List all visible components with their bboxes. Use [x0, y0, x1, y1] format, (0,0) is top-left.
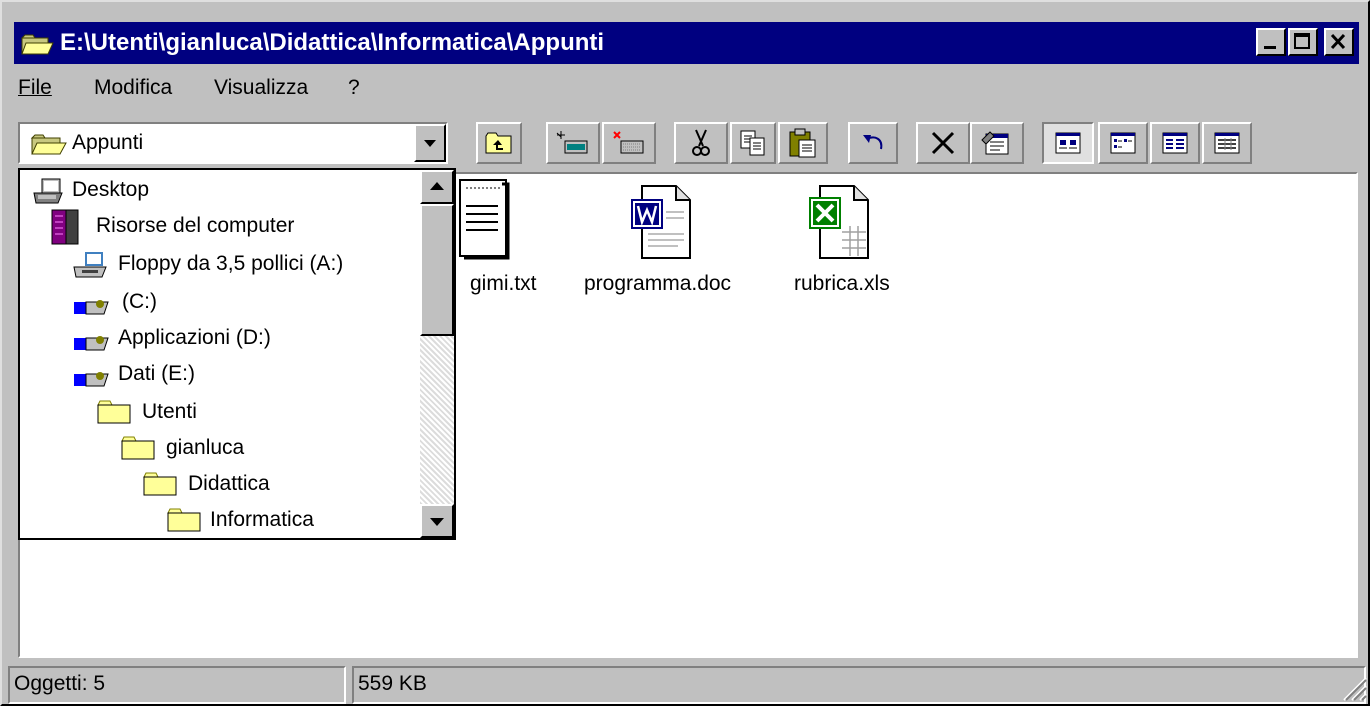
- large-icons-view-icon: [1055, 132, 1081, 154]
- menu-modifica[interactable]: Modifica: [94, 74, 172, 102]
- map-drive-icon: [556, 131, 588, 154]
- menu-visualizza[interactable]: Visualizza: [214, 74, 308, 102]
- maximize-icon: [1294, 33, 1310, 49]
- folder-icon: [143, 472, 177, 496]
- details-view-icon: [1214, 132, 1240, 154]
- tree-item-label: Risorse del computer: [96, 214, 295, 237]
- status-bar: Oggetti: 5 559 KB: [2, 664, 1370, 706]
- tree-item-label: Dati (E:): [118, 362, 196, 385]
- scissors-icon: [692, 129, 710, 156]
- computer-icon: [51, 209, 79, 245]
- details-view-button[interactable]: [1202, 122, 1252, 164]
- folder-icon: [97, 400, 131, 424]
- address-combobox[interactable]: Appunti: [18, 122, 448, 164]
- minimize-icon: [1264, 46, 1276, 49]
- file-item[interactable]: gimi.txt: [440, 176, 560, 306]
- scroll-thumb[interactable]: [420, 204, 454, 336]
- menu-modifica-label: Modifica: [94, 76, 173, 99]
- chevron-down-icon: [424, 140, 436, 147]
- title-bar[interactable]: E:\Utenti\gianluca\Didattica\Informatica…: [14, 22, 1359, 64]
- dropdown-scrollbar[interactable]: [420, 170, 454, 538]
- window-title: E:\Utenti\gianluca\Didattica\Informatica…: [60, 29, 605, 56]
- delete-x-icon: [931, 131, 955, 155]
- hard-drive-icon: [74, 372, 109, 387]
- address-dropdown-button[interactable]: [414, 124, 446, 162]
- maximize-button[interactable]: [1288, 28, 1318, 56]
- file-item[interactable]: rubrica.xls: [780, 176, 920, 306]
- paste-button[interactable]: [778, 122, 828, 164]
- address-value: Appunti: [72, 131, 144, 154]
- excel-spreadsheet-icon: [809, 185, 869, 259]
- up-folder-button[interactable]: [476, 122, 522, 164]
- undo-button[interactable]: [848, 122, 898, 164]
- list-view-icon: [1162, 132, 1188, 154]
- tree-item-label: gianluca: [166, 436, 245, 459]
- small-icons-view-button[interactable]: [1098, 122, 1148, 164]
- menu-visualizza-label: Visualizza: [214, 76, 309, 99]
- folder-open-icon: [20, 34, 54, 55]
- folder-icon: [167, 508, 201, 532]
- file-item[interactable]: programma.doc: [580, 176, 760, 306]
- up-folder-icon: [485, 132, 512, 154]
- status-size: 559 KB: [352, 666, 1366, 704]
- status-objects: Oggetti: 5: [8, 666, 346, 704]
- menu-bar: File Modifica Visualizza ?: [14, 72, 814, 106]
- tree-item-label: Desktop: [72, 178, 150, 201]
- menu-file-label: File: [18, 76, 52, 99]
- scroll-down-button[interactable]: [420, 504, 454, 538]
- properties-icon: [981, 131, 1009, 155]
- hard-drive-icon: [74, 300, 109, 315]
- explorer-window: E:\Utenti\gianluca\Didattica\Informatica…: [0, 0, 1370, 706]
- delete-button[interactable]: [916, 122, 970, 164]
- tree-item-label: Didattica: [188, 472, 270, 495]
- copy-icon: [740, 130, 765, 156]
- tree-item-label: Informatica: [210, 508, 314, 531]
- tree-item-label: Applicazioni (D:): [118, 326, 271, 349]
- close-icon: [1330, 33, 1346, 50]
- word-document-icon: [631, 185, 691, 259]
- large-icons-view-button[interactable]: [1042, 122, 1094, 164]
- small-icons-view-icon: [1110, 132, 1136, 154]
- list-view-button[interactable]: [1150, 122, 1200, 164]
- menu-file[interactable]: File: [18, 74, 52, 102]
- arrow-down-icon: [430, 518, 444, 526]
- toolbar: Appunti: [2, 110, 1370, 170]
- paste-icon: [789, 128, 816, 158]
- resize-grip-icon[interactable]: [1338, 672, 1368, 702]
- folder-open-icon: [30, 134, 67, 155]
- properties-button[interactable]: [970, 122, 1024, 164]
- arrow-up-icon: [430, 182, 444, 190]
- tree-item-label: (C:): [122, 290, 157, 313]
- disconnect-drive-button[interactable]: [602, 122, 656, 164]
- tree-item-label: Floppy da 3,5 pollici (A:): [118, 252, 344, 275]
- file-name: gimi.txt: [470, 272, 537, 295]
- cut-button[interactable]: [674, 122, 728, 164]
- disconnect-drive-icon: [613, 131, 644, 154]
- address-dropdown-list[interactable]: Desktop Risorse del computer Floppy da 3…: [18, 168, 456, 540]
- menu-help[interactable]: ?: [348, 74, 360, 102]
- folder-icon: [121, 436, 155, 460]
- file-name: rubrica.xls: [794, 272, 890, 295]
- copy-button[interactable]: [730, 122, 776, 164]
- undo-icon: [863, 135, 883, 150]
- map-drive-button[interactable]: [546, 122, 600, 164]
- menu-help-label: ?: [348, 76, 360, 99]
- desktop-icon: [33, 178, 63, 204]
- scroll-up-button[interactable]: [420, 170, 454, 204]
- minimize-button[interactable]: [1256, 28, 1286, 56]
- hard-drive-icon: [74, 336, 109, 351]
- tree-item-label: Utenti: [142, 400, 197, 423]
- close-button[interactable]: [1324, 28, 1354, 56]
- file-name: programma.doc: [584, 272, 732, 295]
- floppy-drive-icon: [73, 252, 107, 278]
- text-file-icon: [459, 179, 510, 260]
